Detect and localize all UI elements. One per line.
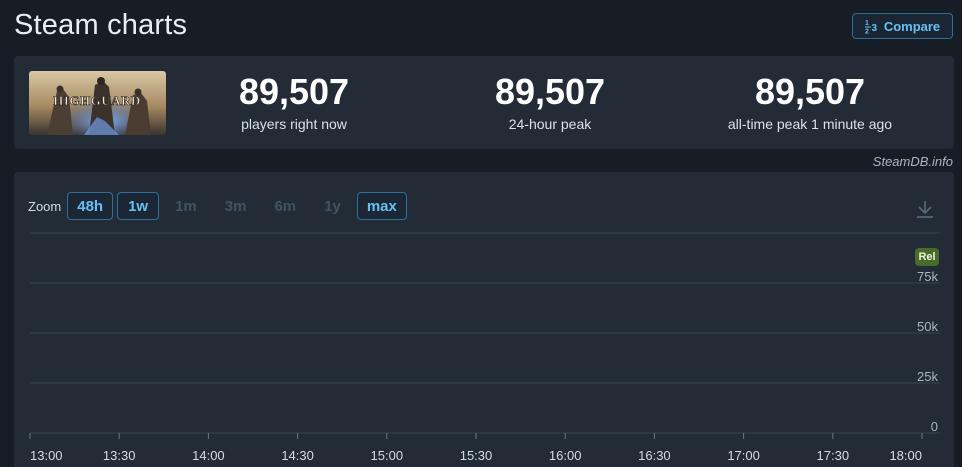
game-capsule-title: HIGHGUARD [53, 93, 141, 108]
stat-label: 24-hour peak [508, 116, 592, 132]
steam-charts-page: Steam charts 1 2 3 Compare HIGHGUARD 89,… [0, 0, 962, 467]
download-icon[interactable] [914, 198, 936, 220]
x-tick-label: 15:30 [460, 448, 493, 463]
zoom-option-1m[interactable]: 1m [163, 192, 209, 220]
stat-value: 89,507 [238, 71, 350, 112]
stat-label: players right now [241, 116, 347, 132]
svg-text:2: 2 [865, 29, 869, 35]
x-tick-label: 13:30 [103, 448, 136, 463]
stat-label: all-time peak 1 minute ago [727, 116, 893, 132]
stat-24h-peak: 89,507 24-hour peak [450, 71, 650, 133]
compare-button[interactable]: 1 2 3 Compare [852, 13, 953, 39]
compare-icon: 1 2 3 [864, 20, 877, 35]
zoom-option-max[interactable]: max [356, 192, 407, 220]
game-capsule-image[interactable]: HIGHGUARD [29, 71, 166, 135]
zoom-bar: Zoom 48h 1w 1m 3m 6m 1y max [28, 192, 411, 220]
release-marker-badge[interactable]: Rel [915, 248, 939, 266]
stat-players-now: 89,507 players right now [194, 71, 394, 133]
zoom-label: Zoom [28, 198, 62, 214]
chart-panel: 0 25k 50k 75k 13:00 13:30 14:00 14:30 15:00 15:30… [14, 172, 954, 467]
x-tick-label: 17:00 [727, 448, 760, 463]
stat-all-time-peak: 89,507 all-time peak 1 minute ago [694, 71, 926, 133]
stat-value: 89,507 [494, 71, 606, 112]
compare-label: Compare [883, 18, 941, 34]
x-tick-label: 14:00 [192, 448, 225, 463]
steamdb-credit[interactable]: SteamDB.info [873, 154, 953, 169]
zoom-option-48h[interactable]: 48h [67, 192, 114, 220]
x-tick-label: 15:00 [371, 448, 404, 463]
zoom-option-3m[interactable]: 3m [213, 192, 259, 220]
x-tick-label: 13:00 [30, 448, 63, 463]
x-tick-label: 14:30 [281, 448, 314, 463]
x-tick-label: 16:30 [638, 448, 671, 463]
zoom-option-1y[interactable]: 1y [312, 192, 353, 220]
y-tick-label: 25k [917, 369, 938, 384]
y-tick-label: 0 [931, 419, 938, 434]
y-tick-label: 50k [917, 319, 938, 334]
x-tick-label: 17:30 [817, 448, 850, 463]
game-capsule-art: HIGHGUARD [29, 71, 166, 135]
x-tick-label: 16:00 [549, 448, 582, 463]
svg-text:1: 1 [865, 20, 869, 27]
stats-panel: HIGHGUARD 89,507 players right now 89,50… [14, 56, 954, 149]
zoom-option-6m[interactable]: 6m [262, 192, 308, 220]
svg-text:3: 3 [871, 23, 877, 34]
y-tick-label: 75k [917, 269, 938, 284]
zoom-option-1w[interactable]: 1w [117, 192, 160, 220]
zoom-buttons: 48h 1w 1m 3m 6m 1y max [67, 192, 411, 220]
stat-value: 89,507 [754, 71, 866, 112]
x-tick-label: 18:00 [889, 448, 922, 463]
page-title: Steam charts [14, 9, 188, 41]
